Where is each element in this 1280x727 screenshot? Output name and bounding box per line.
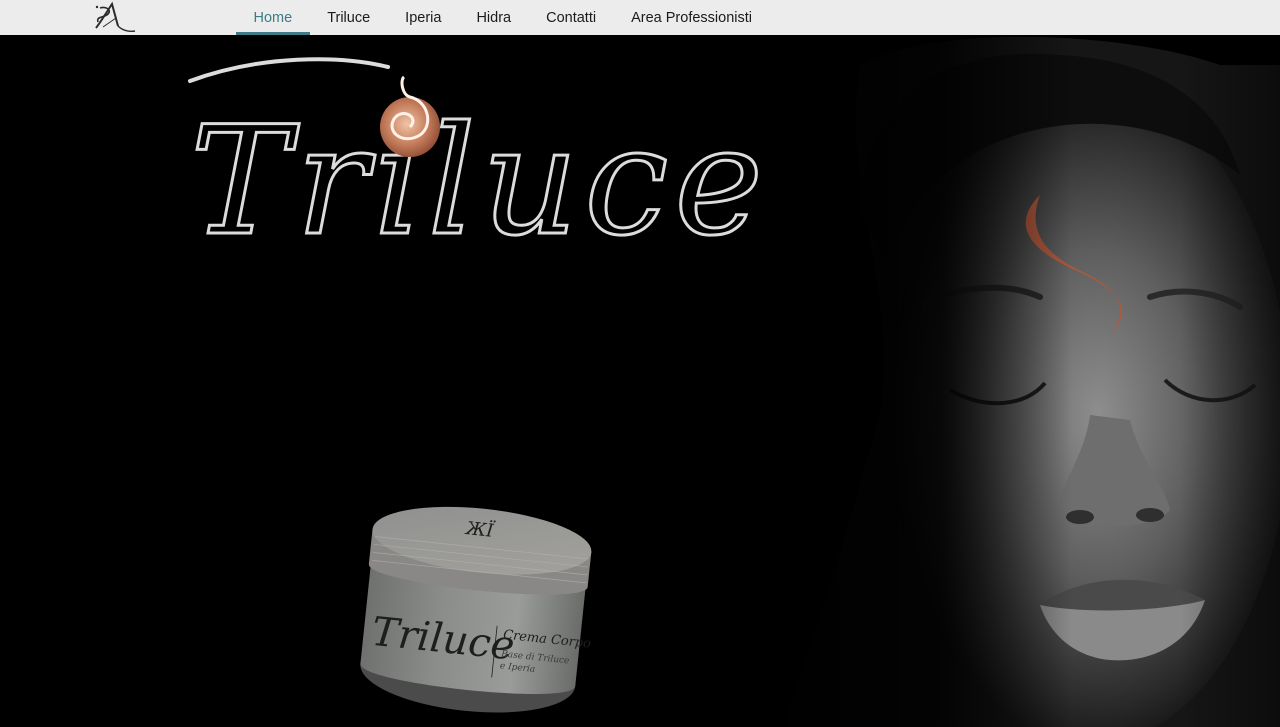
- nav-item-area-professionisti[interactable]: Area Professionisti: [614, 0, 770, 35]
- svg-text:ЖЇ: ЖЇ: [463, 516, 496, 542]
- main-nav: Home Triluce Iperia Hidra Contatti Area …: [236, 0, 769, 35]
- svg-text:Triluce: Triluce: [190, 95, 769, 269]
- hero-section: Triluce ЖЇ Triluce Crema Corpo Base di T…: [0, 35, 1280, 727]
- copper-swirl-icon: [380, 75, 440, 157]
- triluce-wordmark: Triluce: [188, 57, 769, 271]
- nav-item-contatti[interactable]: Contatti: [529, 0, 614, 35]
- portrait-image: [760, 35, 1280, 727]
- sa-monogram-icon[interactable]: [88, 0, 140, 34]
- nav-item-iperia[interactable]: Iperia: [388, 0, 459, 35]
- top-navigation-bar: Home Triluce Iperia Hidra Contatti Area …: [0, 0, 1280, 35]
- hero-artwork: Triluce ЖЇ Triluce Crema Corpo Base di T…: [0, 35, 1280, 727]
- nav-item-home[interactable]: Home: [236, 0, 310, 35]
- product-jar: ЖЇ Triluce Crema Corpo Base di Triluce e…: [360, 506, 592, 713]
- nav-item-triluce[interactable]: Triluce: [310, 0, 388, 35]
- nav-item-hidra[interactable]: Hidra: [459, 0, 529, 35]
